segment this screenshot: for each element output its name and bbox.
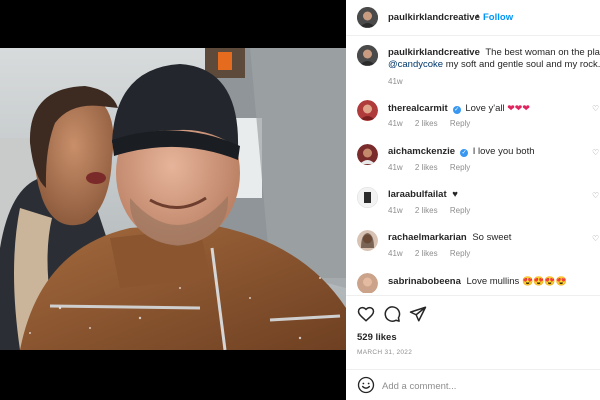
- comment-likes[interactable]: 2 likes: [415, 163, 438, 172]
- comment-meta: 41w 2 likes Reply: [388, 119, 480, 128]
- post-image: [0, 48, 346, 350]
- comment-username[interactable]: laraabulfailat: [388, 189, 447, 200]
- comment-time[interactable]: 41w: [388, 206, 403, 215]
- caption-avatar[interactable]: [357, 45, 378, 66]
- comment-body: So sweet: [472, 232, 512, 243]
- comment-meta: 41w 2 likes Reply: [388, 249, 480, 258]
- reply-button[interactable]: Reply: [450, 163, 470, 172]
- comment-text: laraabulfailat ♥: [388, 189, 600, 201]
- smiley-icon[interactable]: [357, 376, 375, 394]
- comment-meta: 41w 2 likes Reply: [388, 163, 480, 172]
- post-photo[interactable]: [0, 48, 346, 350]
- caption-meta: 41w: [388, 77, 413, 86]
- reply-button[interactable]: Reply: [450, 119, 470, 128]
- author-username[interactable]: paulkirklandcreative: [388, 12, 480, 23]
- comment-body: Love y'all: [465, 103, 505, 114]
- comment-text: sabrinabobeena Love mullins 😍😍😍😍: [388, 275, 600, 288]
- comment-likes[interactable]: 2 likes: [415, 206, 438, 215]
- comment-avatar[interactable]: [357, 100, 378, 121]
- header-separator: •: [476, 11, 480, 21]
- comment-text: rachaelmarkarian So sweet: [388, 232, 600, 244]
- comment-time[interactable]: 41w: [388, 249, 403, 258]
- comment-username[interactable]: aichamckenzie: [388, 146, 455, 157]
- share-icon[interactable]: [409, 305, 427, 323]
- verified-badge-icon: ✓: [452, 106, 461, 114]
- caption-text-line2: @candycoke my soft and gentle soul and m…: [388, 59, 600, 71]
- likes-count[interactable]: 529 likes: [357, 332, 397, 343]
- comments-list[interactable]: paulkirklandcreative The best woman on t…: [346, 37, 600, 293]
- comment-heart-icon[interactable]: ♡: [592, 104, 599, 113]
- caption-username[interactable]: paulkirklandcreative: [388, 47, 480, 58]
- comment-text: therealcarmit ✓ Love y'all ❤❤❤: [388, 102, 600, 115]
- comment-avatar[interactable]: [357, 187, 378, 208]
- caption-time[interactable]: 41w: [388, 77, 403, 86]
- comment-emoji: ❤❤❤: [507, 103, 530, 113]
- comment-time[interactable]: 41w: [388, 119, 403, 128]
- comment-body: I love you both: [472, 146, 535, 157]
- follow-button[interactable]: Follow: [483, 12, 513, 23]
- comment-likes[interactable]: 2 likes: [415, 249, 438, 258]
- caption-line2: my soft and gentle soul and my rock. I: [445, 59, 600, 70]
- comment-meta: 41w 2 likes Reply: [388, 206, 480, 215]
- comment-avatar[interactable]: [357, 273, 378, 293]
- caption-text: paulkirklandcreative The best woman on t…: [388, 47, 600, 59]
- comment-heart-icon[interactable]: ♡: [592, 234, 599, 243]
- comment-username[interactable]: therealcarmit: [388, 103, 448, 114]
- post-panel: paulkirklandcreative • Follow paulkirkla…: [346, 0, 600, 400]
- reply-button[interactable]: Reply: [450, 249, 470, 258]
- comment-body: Love mullins: [466, 276, 520, 287]
- comment-text: aichamckenzie ✓ I love you both: [388, 146, 600, 158]
- add-comment-input[interactable]: [382, 378, 582, 394]
- comment-emoji: ♥: [452, 189, 458, 200]
- comment-emoji: 😍😍😍😍: [521, 276, 567, 286]
- comment-likes[interactable]: 2 likes: [415, 119, 438, 128]
- comment-avatar[interactable]: [357, 144, 378, 165]
- comment-heart-icon[interactable]: ♡: [592, 191, 599, 200]
- author-avatar[interactable]: [357, 7, 378, 28]
- heart-icon[interactable]: [357, 305, 375, 323]
- comment-icon[interactable]: [383, 305, 401, 323]
- caption-line1: The best woman on the planet: [485, 47, 600, 58]
- verified-badge-icon: ✓: [460, 149, 469, 157]
- post-date[interactable]: MARCH 31, 2022: [357, 349, 412, 356]
- post-actions: 529 likes MARCH 31, 2022: [346, 295, 600, 400]
- comment-username[interactable]: sabrinabobeena: [388, 276, 461, 287]
- comment-username[interactable]: rachaelmarkarian: [388, 232, 467, 243]
- caption-mention[interactable]: @candycoke: [388, 59, 443, 70]
- comment-heart-icon[interactable]: ♡: [592, 148, 599, 157]
- instagram-post-modal: paulkirklandcreative • Follow paulkirkla…: [0, 0, 600, 400]
- comment-avatar[interactable]: [357, 230, 378, 251]
- reply-button[interactable]: Reply: [450, 206, 470, 215]
- add-comment-bar: [346, 369, 600, 400]
- comment-time[interactable]: 41w: [388, 163, 403, 172]
- post-header: paulkirklandcreative • Follow: [346, 0, 600, 36]
